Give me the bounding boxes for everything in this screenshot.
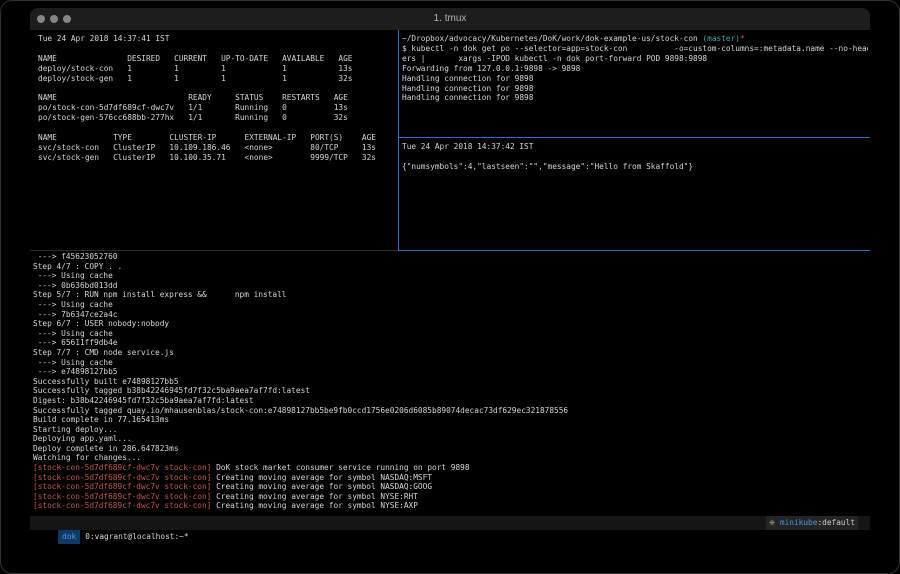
window-titlebar: 1. tmux bbox=[30, 8, 870, 30]
terminal-line: Handling connection for 9898 bbox=[402, 84, 868, 94]
terminal-line: NAME TYPE CLUSTER-IP EXTERNAL-IP PORT(S)… bbox=[38, 133, 396, 143]
terminal-line: Successfully tagged quay.io/mhausenblas/… bbox=[33, 406, 867, 416]
terminal-line: ---> Using cache bbox=[33, 329, 867, 339]
terminal-line: NAME DESIRED CURRENT UP-TO-DATE AVAILABL… bbox=[38, 54, 396, 64]
terminal-line: po/stock-con-5d7df689cf-dwc7v 1/1 Runnin… bbox=[38, 103, 396, 113]
terminal-line: ~/Dropbox/advocacy/Kubernetes/DoK/work/d… bbox=[402, 34, 868, 44]
terminal-line: [stock-con-5d7df689cf-dwc7v stock-con] C… bbox=[33, 473, 867, 483]
terminal-line: Tue 24 Apr 2018 14:37:42 IST bbox=[402, 142, 868, 152]
helm-wheel-icon: ⎈ bbox=[769, 518, 775, 527]
terminal-line: Step 7/7 : CMD node service.js bbox=[33, 348, 867, 358]
terminal-line: po/stock-gen-576cc688bb-277hx 1/1 Runnin… bbox=[38, 113, 396, 123]
terminal-line: ---> Using cache bbox=[33, 300, 867, 310]
terminal-line: Handling connection for 9898 bbox=[402, 93, 868, 103]
terminal-line: NAME READY STATUS RESTARTS AGE bbox=[38, 93, 396, 103]
terminal-line: [stock-con-5d7df689cf-dwc7v stock-con] C… bbox=[33, 501, 867, 511]
terminal-line: Starting deploy... bbox=[33, 425, 867, 435]
terminal-line: [stock-con-5d7df689cf-dwc7v stock-con] C… bbox=[33, 482, 867, 492]
terminal-line: Deploying app.yaml... bbox=[33, 434, 867, 444]
terminal-window: 1. tmux Tue 24 Apr 2018 14:37:41 IST NAME… bbox=[30, 8, 870, 532]
pane-curl-output-active[interactable]: Tue 24 Apr 2018 14:37:42 IST {"numsymbols… bbox=[402, 142, 868, 248]
terminal-line: ers | xargs -IPOD kubectl -n dok port-fo… bbox=[402, 54, 868, 64]
terminal-line: ---> e74898127bb5 bbox=[33, 367, 867, 377]
terminal-line: Tue 24 Apr 2018 14:37:41 IST bbox=[38, 34, 396, 44]
terminal-line: Deploy complete in 286.647823ms bbox=[33, 444, 867, 454]
pane-divider-vertical[interactable] bbox=[398, 30, 399, 250]
pane-divider-horizontal-left[interactable] bbox=[30, 250, 398, 251]
terminal-line: svc/stock-gen ClusterIP 10.100.35.71 <no… bbox=[38, 153, 396, 163]
tmux-session-name[interactable]: dok bbox=[58, 530, 80, 544]
pane-kubectl-resources[interactable]: Tue 24 Apr 2018 14:37:41 IST NAME DESIRED… bbox=[38, 34, 396, 248]
terminal-line: Step 6/7 : USER nobody:nobody bbox=[33, 319, 867, 329]
terminal-line: Build complete in 77.165413ms bbox=[33, 415, 867, 425]
pane-divider-horizontal-right-upper[interactable] bbox=[398, 137, 870, 138]
terminal-line: Digest: b38b42246945fd7f32c5ba9aea7af7fd… bbox=[33, 396, 867, 406]
terminal-line: $ kubectl -n dok get po --selector=app=s… bbox=[402, 44, 868, 54]
terminal-line: Step 4/7 : COPY . . bbox=[33, 262, 867, 272]
pane-divider-horizontal-right-lower[interactable] bbox=[398, 250, 870, 251]
tmux-status-bar: dok0:vagrant@localhost:~* ⎈ minikube:def… bbox=[30, 516, 870, 530]
window-title: 1. tmux bbox=[30, 13, 870, 24]
terminal-line: Watching for changes... bbox=[33, 453, 867, 463]
tmux-status-right: ⎈ minikube:default bbox=[766, 516, 858, 530]
terminal-line: ---> 65611ff9db4e bbox=[33, 338, 867, 348]
terminal-line: Successfully built e74898127bb5 bbox=[33, 377, 867, 387]
terminal-line: Forwarding from 127.0.0.1:9898 -> 9898 bbox=[402, 64, 868, 74]
terminal-line: ---> 7b6347ce2a4c bbox=[33, 310, 867, 320]
terminal-line bbox=[38, 44, 396, 54]
terminal-line: [stock-con-5d7df689cf-dwc7v stock-con] C… bbox=[33, 492, 867, 502]
pane-port-forward[interactable]: ~/Dropbox/advocacy/Kubernetes/DoK/work/d… bbox=[402, 34, 868, 136]
terminal-line: ---> Using cache bbox=[33, 271, 867, 281]
terminal-line: {"numsymbols":4,"lastseen":"","message":… bbox=[402, 162, 868, 172]
terminal-line: Successfully tagged b38b42246945fd7f32c5… bbox=[33, 386, 867, 396]
terminal-line: [stock-con-5d7df689cf-dwc7v stock-con] D… bbox=[33, 463, 867, 473]
terminal-line: Handling connection for 9898 bbox=[402, 74, 868, 84]
tmux-window-item[interactable]: 0:vagrant@localhost:~* bbox=[85, 532, 188, 541]
terminal-line bbox=[38, 84, 396, 94]
terminal-line: Step 5/7 : RUN npm install express && np… bbox=[33, 290, 867, 300]
terminal-line: deploy/stock-con 1 1 1 1 13s bbox=[38, 64, 396, 74]
terminal-line: deploy/stock-gen 1 1 1 1 32s bbox=[38, 74, 396, 84]
terminal-line: ---> 0b636bd013dd bbox=[33, 281, 867, 291]
terminal-line bbox=[38, 123, 396, 133]
terminal-line bbox=[402, 152, 868, 162]
kube-context-label: minikube bbox=[780, 518, 818, 527]
terminal-body: Tue 24 Apr 2018 14:37:41 IST NAME DESIRED… bbox=[30, 30, 870, 532]
kube-namespace-label: :default bbox=[817, 518, 855, 527]
pane-skaffold-build-log[interactable]: ---> f45623052760Step 4/7 : COPY . . ---… bbox=[33, 252, 867, 514]
terminal-line: ---> f45623052760 bbox=[33, 252, 867, 262]
terminal-line: svc/stock-con ClusterIP 10.109.186.46 <n… bbox=[38, 143, 396, 153]
terminal-line: ---> Using cache bbox=[33, 358, 867, 368]
